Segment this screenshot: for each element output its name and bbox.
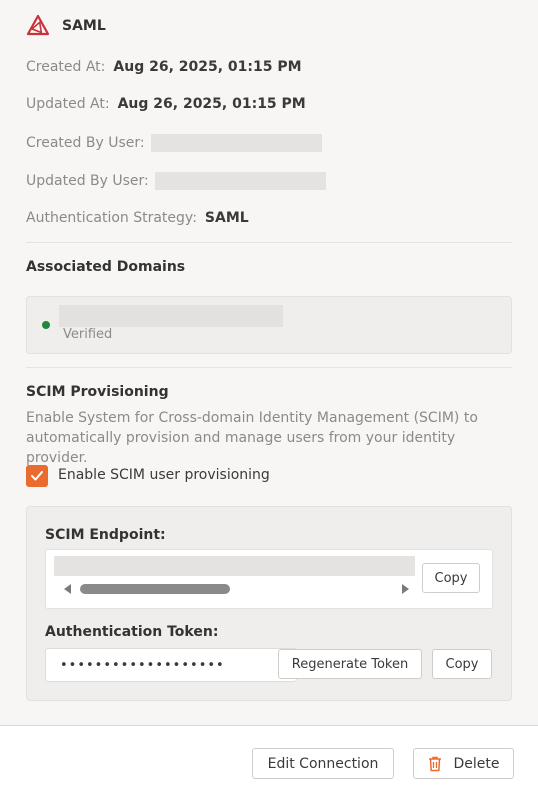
created-by-redacted (150, 134, 322, 152)
domain-status: Verified (63, 327, 113, 342)
scroll-left-arrow-icon[interactable] (64, 584, 71, 594)
updated-at-row: Updated At: Aug 26, 2025, 01:15 PM (26, 96, 306, 112)
domain-name-redacted (59, 305, 283, 327)
updated-by-label: Updated By User: (26, 173, 149, 189)
scroll-right-arrow-icon[interactable] (402, 584, 409, 594)
footer: Edit Connection Delete (0, 726, 538, 789)
auth-token-label: Authentication Token: (45, 624, 219, 640)
created-at-value: Aug 26, 2025, 01:15 PM (113, 59, 302, 75)
horizontal-scrollbar[interactable] (54, 581, 415, 597)
auth-token-input[interactable]: ••••••••••••••••••• (45, 648, 297, 682)
scrollbar-thumb[interactable] (80, 584, 230, 594)
auth-strategy-value: SAML (204, 210, 249, 226)
auth-strategy-label: Authentication Strategy: (26, 210, 197, 226)
delete-label: Delete (453, 755, 500, 772)
updated-at-value: Aug 26, 2025, 01:15 PM (117, 96, 306, 112)
updated-at-label: Updated At: (26, 96, 110, 112)
trash-icon (428, 756, 441, 771)
scim-description: Enable System for Cross-domain Identity … (26, 410, 478, 466)
copy-endpoint-button[interactable]: Copy (422, 563, 480, 593)
associated-domains-title: Associated Domains (26, 259, 186, 275)
created-by-row: Created By User: (26, 134, 322, 152)
enable-scim-label[interactable]: Enable SCIM user provisioning (58, 467, 270, 483)
copy-token-button[interactable]: Copy (432, 649, 492, 679)
scim-title: SCIM Provisioning (26, 384, 169, 400)
enable-scim-checkbox[interactable] (26, 465, 48, 487)
created-by-label: Created By User: (26, 135, 145, 151)
scim-endpoint-field[interactable]: Copy (45, 549, 493, 609)
domain-item: Verified (26, 296, 512, 354)
saml-logo-icon (26, 14, 50, 36)
updated-by-redacted (154, 172, 326, 190)
connection-header: SAML (26, 14, 106, 38)
edit-connection-button[interactable]: Edit Connection (252, 748, 394, 779)
divider (26, 242, 512, 243)
delete-button[interactable]: Delete (413, 748, 514, 779)
created-at-label: Created At: (26, 59, 106, 75)
checkmark-icon (31, 471, 43, 481)
scim-endpoint-label: SCIM Endpoint: (45, 527, 166, 543)
auth-strategy-row: Authentication Strategy: SAML (26, 210, 249, 226)
verified-status-dot (42, 321, 50, 329)
regenerate-token-button[interactable]: Regenerate Token (278, 649, 422, 679)
updated-by-row: Updated By User: (26, 172, 326, 190)
created-at-row: Created At: Aug 26, 2025, 01:15 PM (26, 59, 302, 75)
connection-title: SAML (62, 18, 106, 34)
divider (26, 367, 512, 368)
scim-settings-panel: SCIM Endpoint: Copy Authentication Token… (26, 506, 512, 701)
endpoint-url-redacted (54, 556, 415, 576)
